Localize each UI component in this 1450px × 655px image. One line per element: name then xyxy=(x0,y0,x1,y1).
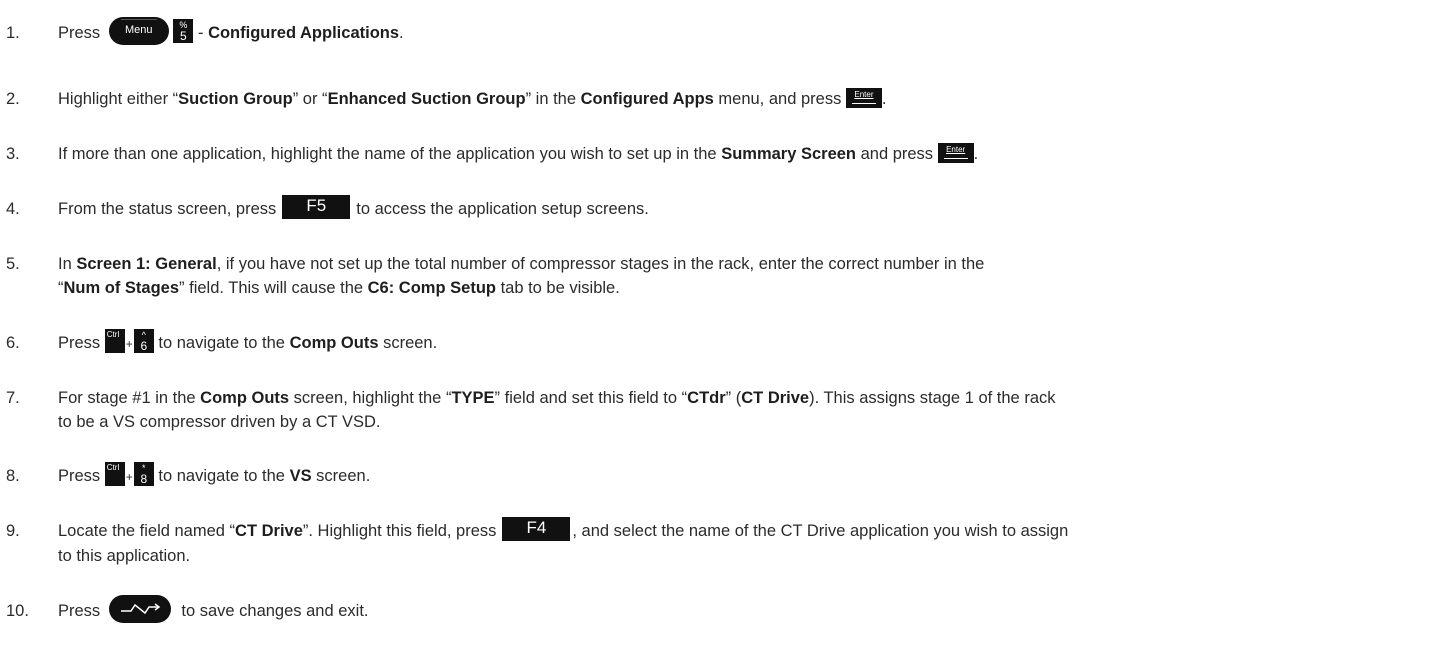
step-number: 2. xyxy=(6,90,20,108)
step-number: 1. xyxy=(6,24,20,42)
menu-name: Configured Applications xyxy=(208,24,400,42)
option-suction-group: Suction Group xyxy=(178,90,293,108)
screen-name: Summary Screen xyxy=(721,145,857,163)
step-text: Press xyxy=(58,24,101,42)
field-value-name: CT Drive xyxy=(741,389,810,407)
field-name: TYPE xyxy=(451,389,495,407)
enter-key-icon: Enter xyxy=(845,87,882,108)
key-8-icon: * 8 xyxy=(133,461,154,486)
ctrl-key-icon: Ctrl xyxy=(104,461,125,486)
step-number: 7. xyxy=(6,389,20,407)
step-number: 6. xyxy=(6,334,20,352)
f5-key-icon: F5 xyxy=(282,194,351,219)
screen-name: Screen 1: General xyxy=(76,255,217,273)
enter-key-icon: Enter xyxy=(937,142,974,163)
step-number: 10. xyxy=(6,602,29,620)
back-arrow-key-icon xyxy=(108,594,171,623)
field-value: CTdr xyxy=(687,389,726,407)
step-text: - xyxy=(197,24,204,42)
menu-key-icon: Menu xyxy=(108,16,169,45)
step-number: 5. xyxy=(6,255,20,273)
ctrl-key-icon: Ctrl xyxy=(104,328,125,353)
step-number: 9. xyxy=(6,522,20,540)
screen-name: Comp Outs xyxy=(200,389,290,407)
field-name: CT Drive xyxy=(235,522,303,540)
tab-name: C6: Comp Setup xyxy=(367,279,496,297)
option-enhanced-suction-group: Enhanced Suction Group xyxy=(327,90,526,108)
field-name: Num of Stages xyxy=(63,279,180,297)
step-number: 3. xyxy=(6,145,20,163)
menu-name: Configured Apps xyxy=(580,90,714,108)
instruction-document: 1. Press Menu % 5 - Configured Applicatio… xyxy=(0,0,1450,655)
step-number: 4. xyxy=(6,200,20,218)
step-number: 8. xyxy=(6,467,20,485)
key-6-icon: ^ 6 xyxy=(133,328,154,353)
screen-name: Comp Outs xyxy=(289,334,379,352)
screen-name: VS xyxy=(289,467,312,485)
f4-key-icon: F4 xyxy=(502,516,571,541)
key-5-icon: % 5 xyxy=(173,18,194,43)
